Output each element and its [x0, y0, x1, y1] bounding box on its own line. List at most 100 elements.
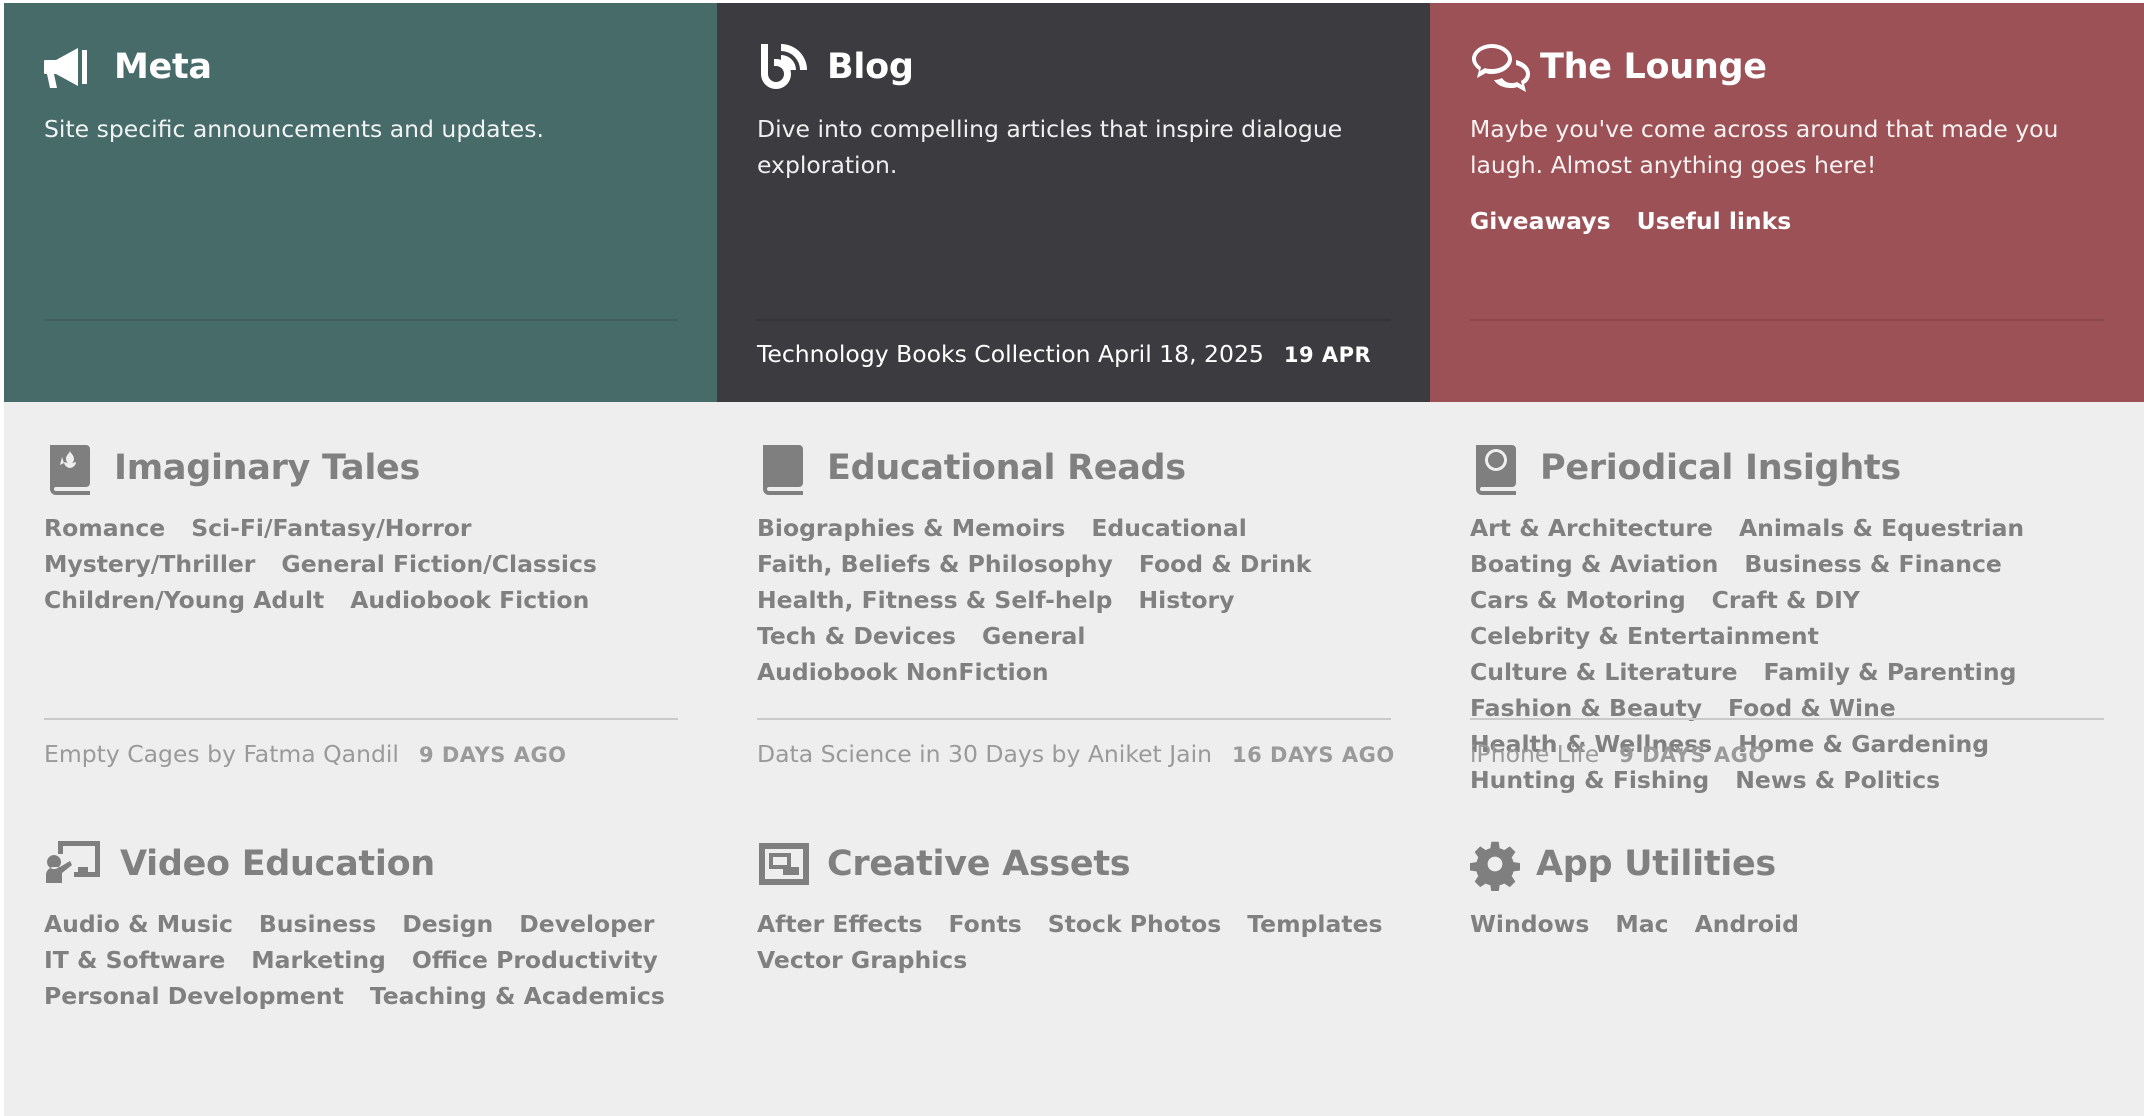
subcategory-list: Windows Mac Android	[1470, 906, 2110, 942]
category-header[interactable]: Periodical Insights	[1470, 440, 1901, 496]
subcategory-link[interactable]: Educational	[1091, 510, 1246, 546]
subcategory-link[interactable]: Home & Gardening	[1738, 726, 1989, 762]
category-tile-periodical-insights[interactable]: Periodical Insights Art & Architecture A…	[1430, 402, 2144, 802]
category-header[interactable]: App Utilities	[1470, 836, 1776, 892]
subcategory-link[interactable]: Android	[1695, 906, 1799, 942]
category-header[interactable]: Video Education	[44, 836, 435, 892]
category-tile-creative-assets[interactable]: Creative Assets After Effects Fonts Stoc…	[717, 802, 1430, 1116]
latest-topic[interactable]: Empty Cages by Fatma Qandil 9 DAYS AGO	[44, 740, 567, 768]
category-title[interactable]: Educational Reads	[827, 448, 1186, 488]
category-tile-blog[interactable]: Blog Dive into compelling articles that …	[717, 3, 1430, 402]
subcategory-link[interactable]: Children/Young Adult	[44, 582, 324, 618]
subcategory-link[interactable]: Food & Drink	[1139, 546, 1312, 582]
divider	[44, 718, 678, 720]
gear-icon	[1470, 837, 1520, 891]
subcategory-link[interactable]: Teaching & Academics	[370, 978, 665, 1014]
subcategory-link[interactable]: Audio & Music	[44, 906, 233, 942]
category-title[interactable]: The Lounge	[1540, 47, 1767, 87]
latest-topic[interactable]: Technology Books Collection April 18, 20…	[757, 340, 1371, 368]
chat-bubbles-icon	[1470, 40, 1530, 94]
subcategory-link[interactable]: Celebrity & Entertainment	[1470, 618, 1819, 654]
subcategory-link[interactable]: Giveaways	[1470, 203, 1611, 239]
category-header[interactable]: Creative Assets	[757, 836, 1131, 892]
subcategory-list: Giveaways Useful links	[1470, 203, 2110, 239]
divider	[757, 319, 1391, 321]
subcategory-link[interactable]: History	[1138, 582, 1234, 618]
subcategory-list: After Effects Fonts Stock Photos Templat…	[757, 906, 1397, 978]
category-tile-app-utilities[interactable]: App Utilities Windows Mac Android	[1430, 802, 2144, 1116]
subcategory-link[interactable]: Art & Architecture	[1470, 510, 1713, 546]
subcategory-link[interactable]: Cars & Motoring	[1470, 582, 1686, 618]
latest-topic-title[interactable]: Technology Books Collection April 18, 20…	[757, 340, 1264, 368]
category-description: Maybe you've come across around that mad…	[1470, 115, 2059, 179]
latest-topic-time: 19 APR	[1283, 343, 1372, 367]
category-tile-imaginary-tales[interactable]: Imaginary Tales Romance Sci-Fi/Fantasy/H…	[4, 402, 717, 802]
category-tile-educational-reads[interactable]: Educational Reads Biographies & Memoirs …	[717, 402, 1430, 802]
subcategory-link[interactable]: Design	[402, 906, 493, 942]
category-header[interactable]: The Lounge	[1470, 39, 1767, 95]
subcategory-link[interactable]: Stock Photos	[1048, 906, 1222, 942]
subcategory-link[interactable]: Biographies & Memoirs	[757, 510, 1065, 546]
category-description: Dive into compelling articles that inspi…	[757, 115, 1343, 179]
subcategory-link[interactable]: Mac	[1615, 906, 1668, 942]
subcategory-link[interactable]: Mystery/Thriller	[44, 546, 255, 582]
subcategory-link[interactable]: Personal Development	[44, 978, 344, 1014]
subcategory-link[interactable]: Tech & Devices	[757, 618, 956, 654]
divider	[1470, 718, 2104, 720]
subcategory-link[interactable]: Animals & Equestrian	[1739, 510, 2024, 546]
subcategory-link[interactable]: Boating & Aviation	[1470, 546, 1718, 582]
subcategory-link[interactable]: Family & Parenting	[1764, 654, 2017, 690]
category-header[interactable]: Educational Reads	[757, 440, 1186, 496]
divider	[757, 718, 1391, 720]
chalkboard-teacher-icon	[44, 837, 104, 891]
subcategory-link[interactable]: Fashion & Beauty	[1470, 690, 1702, 726]
subcategory-link[interactable]: Vector Graphics	[757, 942, 967, 978]
category-title[interactable]: Video Education	[120, 844, 435, 884]
subcategory-link[interactable]: Audiobook Fiction	[350, 582, 589, 618]
category-header[interactable]: Imaginary Tales	[44, 440, 420, 496]
category-tile-video-education[interactable]: Video Education Audio & Music Business D…	[4, 802, 717, 1116]
category-title[interactable]: Creative Assets	[827, 844, 1131, 884]
subcategory-link[interactable]: Office Productivity	[412, 942, 658, 978]
photo-film-icon	[757, 837, 811, 891]
subcategory-list: Audio & Music Business Design Developer …	[44, 906, 684, 1014]
category-title[interactable]: Blog	[827, 47, 914, 87]
subcategory-link[interactable]: Faith, Beliefs & Philosophy	[757, 546, 1113, 582]
category-header[interactable]: Meta	[44, 39, 212, 95]
category-title[interactable]: Meta	[114, 47, 212, 87]
subcategory-link[interactable]: Sci-Fi/Fantasy/Horror	[191, 510, 471, 546]
latest-topic[interactable]: iPhone Life 9 DAYS AGO	[1470, 740, 1767, 768]
subcategory-link[interactable]: Food & Wine	[1728, 690, 1896, 726]
subcategory-link[interactable]: Business & Finance	[1744, 546, 2001, 582]
latest-topic-title[interactable]: Empty Cages by Fatma Qandil	[44, 740, 399, 768]
subcategory-link[interactable]: Developer	[519, 906, 654, 942]
fantasy-book-icon	[44, 441, 98, 495]
category-header[interactable]: Blog	[757, 39, 914, 95]
subcategory-link[interactable]: Craft & DIY	[1712, 582, 1860, 618]
category-title[interactable]: Imaginary Tales	[114, 448, 420, 488]
subcategory-link[interactable]: Health, Fitness & Self-help	[757, 582, 1112, 618]
subcategory-link[interactable]: After Effects	[757, 906, 923, 942]
subcategory-link[interactable]: Romance	[44, 510, 165, 546]
latest-topic[interactable]: Data Science in 30 Days by Aniket Jain 1…	[757, 740, 1395, 768]
subcategory-link[interactable]: General Fiction/Classics	[281, 546, 596, 582]
category-title[interactable]: Periodical Insights	[1540, 448, 1901, 488]
category-grid: Meta Site specific announcements and upd…	[4, 3, 2144, 1116]
category-description: Site specific announcements and updates.	[44, 115, 544, 143]
subcategory-link[interactable]: Useful links	[1637, 203, 1792, 239]
subcategory-link[interactable]: Culture & Literature	[1470, 654, 1738, 690]
subcategory-link[interactable]: IT & Software	[44, 942, 225, 978]
subcategory-link[interactable]: Marketing	[251, 942, 386, 978]
category-tile-meta[interactable]: Meta Site specific announcements and upd…	[4, 3, 717, 402]
subcategory-link[interactable]: Business	[259, 906, 376, 942]
subcategory-link[interactable]: Fonts	[949, 906, 1022, 942]
subcategory-link[interactable]: General	[982, 618, 1085, 654]
subcategory-link[interactable]: Windows	[1470, 906, 1589, 942]
latest-topic-title[interactable]: Data Science in 30 Days by Aniket Jain	[757, 740, 1212, 768]
category-title[interactable]: App Utilities	[1536, 844, 1776, 884]
subcategory-list: Biographies & Memoirs Educational Faith,…	[757, 510, 1397, 690]
subcategory-link[interactable]: Templates	[1247, 906, 1382, 942]
subcategory-link[interactable]: Audiobook NonFiction	[757, 654, 1049, 690]
latest-topic-title[interactable]: iPhone Life	[1470, 740, 1599, 768]
category-tile-lounge[interactable]: The Lounge Maybe you've come across arou…	[1430, 3, 2144, 402]
